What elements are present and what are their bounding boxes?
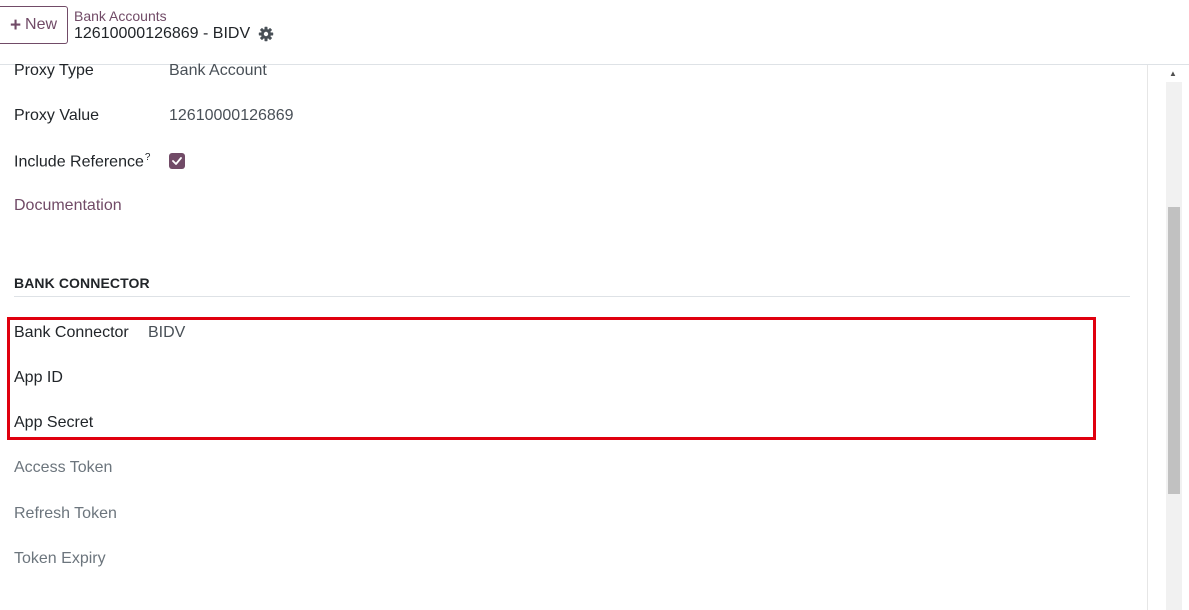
include-reference-checkbox[interactable] [169,153,185,169]
proxy-value-label: Proxy Value [14,107,100,124]
proxy-value-value[interactable]: 12610000126869 [169,107,294,125]
gear-icon[interactable] [258,26,274,42]
section-divider [14,296,1130,297]
plus-icon: + [9,14,22,36]
proxy-type-value[interactable]: Bank Account [169,62,267,80]
breadcrumb-bank-accounts[interactable]: Bank Accounts [74,8,167,24]
section-title-bank-connector: BANK CONNECTOR [14,275,150,291]
highlight-annotation-box [7,317,1096,440]
access-token-label: Access Token [14,459,113,476]
include-reference-label: Include Reference? [14,152,150,171]
documentation-link[interactable]: Documentation [14,197,122,215]
include-reference-label-text: Include Reference [14,153,144,171]
proxy-type-label: Proxy Type [14,62,94,79]
form-sheet: Proxy Type Bank Account Proxy Value 1261… [0,62,1146,610]
new-button-label: New [25,16,58,33]
checkmark-icon [172,157,182,165]
refresh-token-label: Refresh Token [14,505,117,522]
control-panel: + New Bank Accounts 12610000126869 - BID… [0,0,1189,65]
record-title-container: 12610000126869 - BIDV [74,25,274,43]
record-title: 12610000126869 - BIDV [74,25,251,42]
token-expiry-label: Token Expiry [14,550,106,567]
help-tooltip-icon[interactable]: ? [145,152,151,163]
new-button[interactable]: + New [0,6,68,44]
scrollbar-thumb[interactable] [1168,207,1180,494]
scroll-up-arrow-icon[interactable]: ▲ [1166,66,1180,80]
